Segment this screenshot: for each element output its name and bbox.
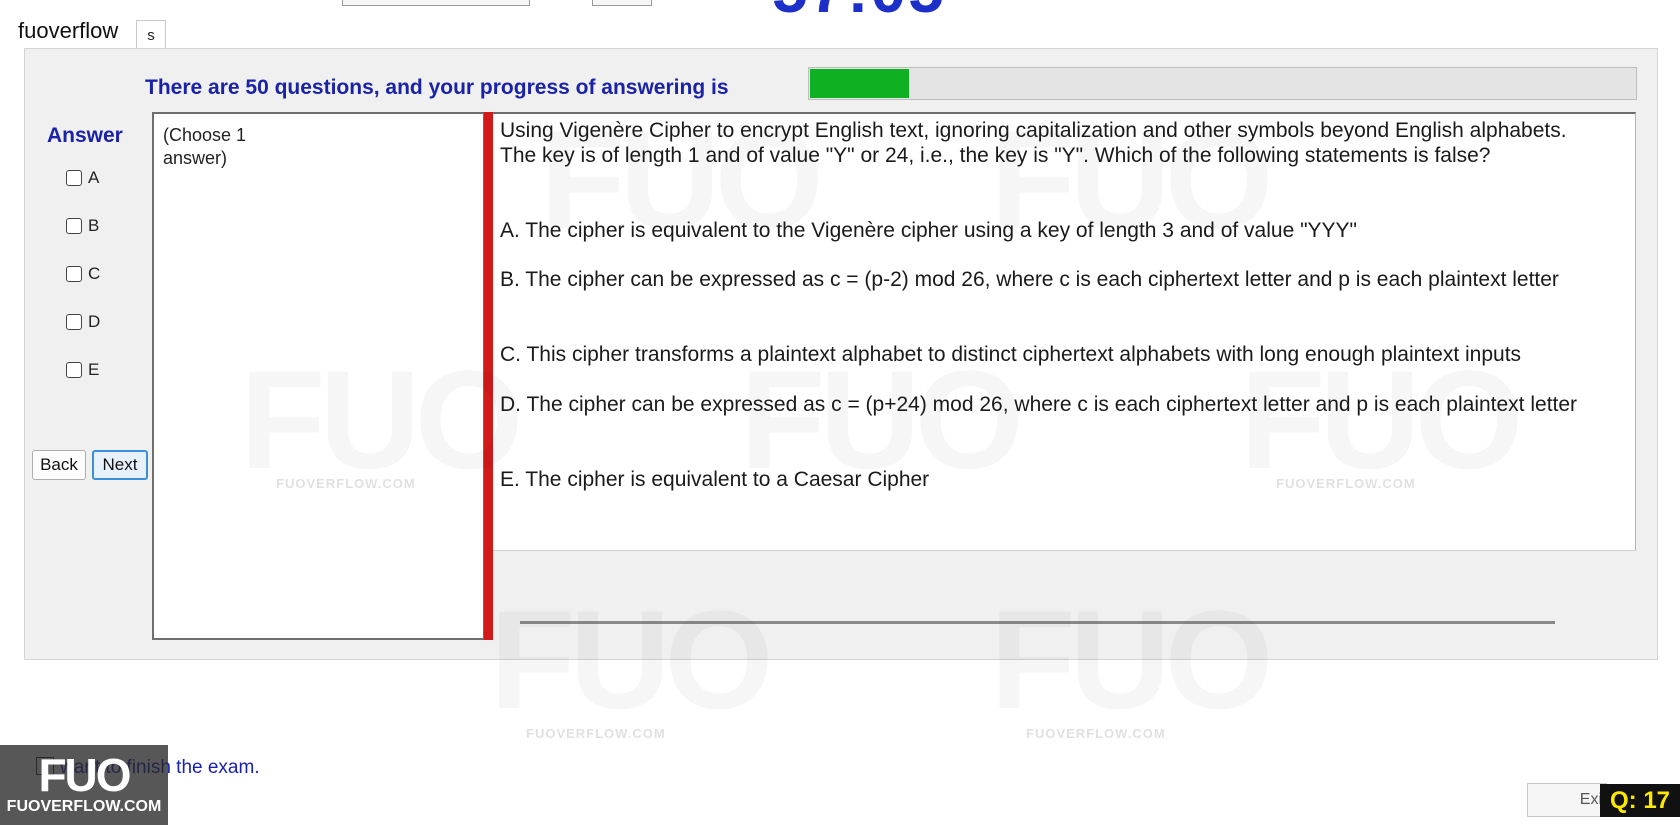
- watermark-text: FUOVERFLOW.COM: [526, 726, 666, 741]
- answer-title: Answer: [47, 124, 123, 147]
- answer-option-b[interactable]: B: [66, 216, 99, 236]
- watermark-text: FUOVERFLOW.COM: [276, 476, 416, 491]
- checkbox[interactable]: [66, 266, 82, 282]
- question-number-badge: Q: 17: [1600, 784, 1680, 817]
- progress-label: There are 50 questions, and your progres…: [145, 76, 729, 99]
- answer-option-label: E: [88, 360, 100, 379]
- top-field-right: [592, 0, 652, 6]
- question-text: Using Vigenère Cipher to encrypt English…: [500, 119, 1567, 167]
- answer-option-label: B: [88, 216, 100, 235]
- countdown-timer: 57:05: [772, 0, 946, 22]
- choose-note: (Choose 1 answer): [163, 125, 247, 168]
- back-button[interactable]: Back: [32, 450, 86, 480]
- checkbox[interactable]: [66, 218, 82, 234]
- progress-fill: [810, 69, 909, 98]
- answer-option-label: D: [88, 312, 101, 331]
- checkbox[interactable]: [66, 314, 82, 330]
- progress-bar: [808, 67, 1637, 100]
- question-option-d: D. The cipher can be expressed as c = (p…: [500, 393, 1578, 416]
- checkbox[interactable]: [66, 170, 82, 186]
- answer-option-d[interactable]: D: [66, 312, 100, 332]
- question-option-c: C. This cipher transforms a plaintext al…: [500, 343, 1522, 366]
- answer-option-label: C: [88, 264, 101, 283]
- answer-option-e[interactable]: E: [66, 360, 99, 380]
- next-button[interactable]: Next: [92, 450, 148, 480]
- watermark: FUO: [490, 590, 768, 730]
- fuo-logo: FUO FUOVERFLOW.COM: [0, 745, 168, 825]
- watermark-text: FUOVERFLOW.COM: [1026, 726, 1166, 741]
- question-option-b: B. The cipher can be expressed as c = (p…: [500, 268, 1559, 291]
- site-label: fuoverflow: [18, 18, 119, 43]
- watermark: FUO: [990, 590, 1268, 730]
- logo-text: FUOVERFLOW.COM: [6, 798, 162, 815]
- tab-stub[interactable]: s: [136, 20, 166, 49]
- logo-mark: FUO: [38, 749, 131, 801]
- question-option-a: A. The cipher is equivalent to the Vigen…: [500, 219, 1358, 242]
- checkbox[interactable]: [66, 362, 82, 378]
- answer-option-c[interactable]: C: [66, 264, 100, 284]
- watermark: FUO: [240, 350, 518, 490]
- exit-button[interactable]: Exi: [1527, 783, 1607, 817]
- answer-option-a[interactable]: A: [66, 168, 99, 188]
- question-option-e: E. The cipher is equivalent to a Caesar …: [500, 468, 930, 491]
- top-field-left: [342, 0, 530, 6]
- answer-option-label: A: [88, 168, 100, 187]
